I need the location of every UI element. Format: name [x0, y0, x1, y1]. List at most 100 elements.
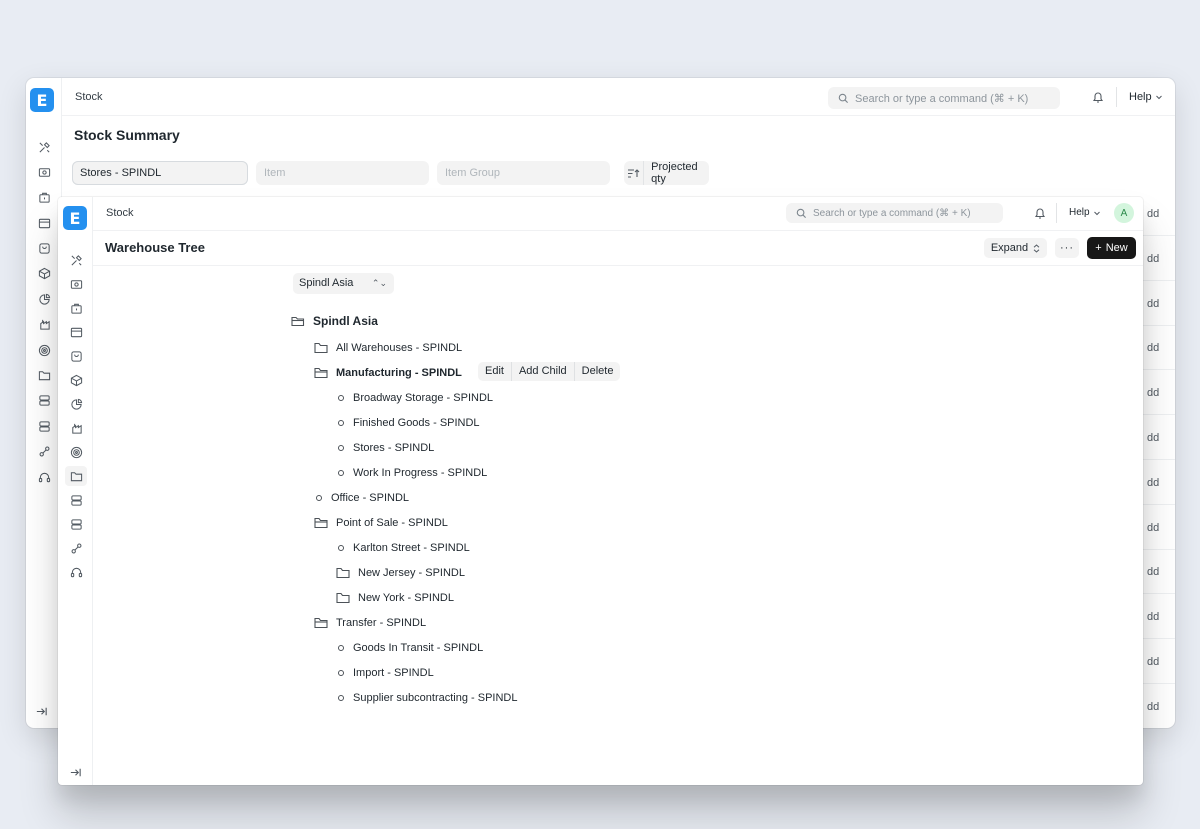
breadcrumb[interactable]: Stock — [75, 91, 103, 103]
tree-node[interactable]: All Warehouses - SPINDL — [314, 342, 462, 354]
company-select[interactable]: Spindl Asia ⌃⌄ — [293, 273, 394, 294]
more-options-button[interactable]: ··· — [1055, 238, 1079, 258]
tree-node[interactable]: Goods In Transit - SPINDL — [338, 642, 483, 654]
sidebar-tools-icon[interactable] — [69, 253, 83, 267]
sidebar-manufacturing-icon[interactable] — [37, 318, 51, 332]
folder-open-icon — [291, 315, 305, 327]
sidebar-buying-icon[interactable] — [69, 301, 83, 315]
sidebar-support-icon[interactable] — [37, 470, 51, 484]
page-header: Warehouse Tree Expand ··· + New — [93, 231, 1143, 266]
breadcrumb[interactable]: Stock — [106, 207, 134, 219]
item-filter[interactable]: Item — [256, 161, 429, 185]
tree-node-label: Broadway Storage - SPINDL — [353, 392, 494, 404]
chevron-updown-icon — [1033, 243, 1040, 253]
warehouse-filter[interactable]: Stores - SPINDL — [72, 161, 248, 185]
add-button[interactable]: dd — [1139, 472, 1175, 494]
sidebar-accounting-icon[interactable] — [37, 165, 51, 179]
add-button[interactable]: dd — [1139, 427, 1175, 449]
sidebar-database-icon[interactable] — [69, 493, 83, 507]
tree-node[interactable]: Broadway Storage - SPINDL — [338, 392, 493, 404]
delete-button[interactable]: Delete — [575, 362, 621, 381]
tree-node[interactable]: New York - SPINDL — [336, 592, 454, 604]
sort-selector[interactable]: Projected qty — [624, 161, 710, 185]
tree-node-label: Manufacturing - SPINDL — [336, 367, 462, 379]
tree-node-label: Stores - SPINDL — [353, 442, 435, 454]
sidebar-database-icon[interactable] — [69, 517, 83, 531]
sidebar-buying-icon[interactable] — [37, 191, 51, 205]
add-button[interactable]: dd — [1139, 606, 1175, 628]
sidebar-assets-icon[interactable] — [37, 267, 51, 281]
add-child-button[interactable]: Add Child — [512, 362, 575, 381]
sidebar-icons — [58, 253, 94, 579]
page-title: Warehouse Tree — [105, 240, 205, 255]
add-button[interactable]: dd — [1139, 203, 1175, 225]
tree-node[interactable]: Manufacturing - SPINDL — [314, 367, 462, 379]
company-select-value: Spindl Asia — [299, 277, 354, 289]
sidebar-quality-icon[interactable] — [37, 343, 51, 357]
help-dropdown[interactable]: Help — [1129, 91, 1163, 103]
add-button[interactable]: dd — [1139, 517, 1175, 539]
sidebar-folder-icon[interactable] — [37, 369, 51, 383]
chevron-updown-icon: ⌃⌄ — [371, 278, 387, 288]
sidebar-tools-icon[interactable] — [37, 140, 51, 154]
user-avatar[interactable]: A — [1114, 203, 1134, 223]
add-button[interactable]: dd — [1139, 382, 1175, 404]
sidebar-quality-icon[interactable] — [69, 445, 83, 459]
help-dropdown[interactable]: Help — [1069, 207, 1101, 218]
page-title: Stock Summary — [74, 127, 180, 143]
sidebar-integrations-icon[interactable] — [37, 445, 51, 459]
add-button[interactable]: dd — [1139, 248, 1175, 270]
sort-order-icon[interactable] — [624, 161, 645, 185]
collapse-sidebar-icon[interactable] — [68, 765, 82, 779]
row-divider — [1139, 459, 1175, 460]
tree-node[interactable]: Karlton Street - SPINDL — [338, 542, 470, 554]
sidebar-manufacturing-icon[interactable] — [69, 421, 83, 435]
add-button[interactable]: dd — [1139, 696, 1175, 718]
tree-node[interactable]: Import - SPINDL — [338, 667, 434, 679]
search-input[interactable]: Search or type a command (⌘ + K) — [786, 203, 1003, 223]
tree-node[interactable]: New Jersey - SPINDL — [336, 567, 465, 579]
sidebar-database-icon[interactable] — [37, 394, 51, 408]
divider — [1116, 87, 1117, 107]
sidebar-assets-icon[interactable] — [69, 373, 83, 387]
add-button[interactable]: dd — [1139, 561, 1175, 583]
sidebar-projects-icon[interactable] — [37, 292, 51, 306]
tree-node[interactable]: Transfer - SPINDL — [314, 617, 426, 629]
app-logo[interactable]: E — [30, 88, 54, 112]
leaf-node-icon — [338, 645, 344, 651]
sidebar-support-icon[interactable] — [69, 565, 83, 579]
warehouse-tree-window: E Stock Search or type a command (⌘ + K)… — [58, 197, 1143, 785]
sidebar-folder-icon[interactable] — [65, 466, 87, 486]
app-logo[interactable]: E — [63, 206, 87, 230]
tree-node[interactable]: Office - SPINDL — [316, 492, 409, 504]
item-group-filter[interactable]: Item Group — [437, 161, 610, 185]
edit-button[interactable]: Edit — [478, 362, 512, 381]
sidebar-integrations-icon[interactable] — [69, 541, 83, 555]
add-button[interactable]: dd — [1139, 337, 1175, 359]
sidebar-accounting-icon[interactable] — [69, 277, 83, 291]
tree-node[interactable]: Finished Goods - SPINDL — [338, 417, 480, 429]
folder-icon — [314, 342, 328, 354]
notification-bell-icon[interactable] — [1091, 90, 1105, 104]
tree-node[interactable]: Supplier subcontracting - SPINDL — [338, 692, 517, 704]
expand-button[interactable]: Expand — [984, 238, 1047, 258]
tree-node[interactable]: Work In Progress - SPINDL — [338, 467, 487, 479]
sidebar-stock-icon[interactable] — [37, 242, 51, 256]
sidebar-stock-icon[interactable] — [69, 349, 83, 363]
tree-node-label: All Warehouses - SPINDL — [336, 342, 463, 354]
add-button[interactable]: dd — [1139, 651, 1175, 673]
sidebar-selling-icon[interactable] — [37, 216, 51, 230]
tree-node[interactable]: Point of Sale - SPINDL — [314, 517, 448, 529]
tree-node-label: Finished Goods - SPINDL — [353, 417, 480, 429]
new-button[interactable]: + New — [1087, 237, 1136, 259]
tree-node[interactable]: Stores - SPINDL — [338, 442, 434, 454]
sidebar-selling-icon[interactable] — [69, 325, 83, 339]
notification-bell-icon[interactable] — [1033, 206, 1047, 220]
sidebar-database-icon[interactable] — [37, 419, 51, 433]
add-button[interactable]: dd — [1139, 293, 1175, 315]
sidebar-projects-icon[interactable] — [69, 397, 83, 411]
sort-label: Projected qty — [651, 161, 698, 185]
search-input[interactable]: Search or type a command (⌘ + K) — [828, 87, 1060, 109]
collapse-sidebar-icon[interactable] — [34, 704, 48, 718]
tree-root[interactable]: Spindl Asia — [291, 314, 378, 328]
